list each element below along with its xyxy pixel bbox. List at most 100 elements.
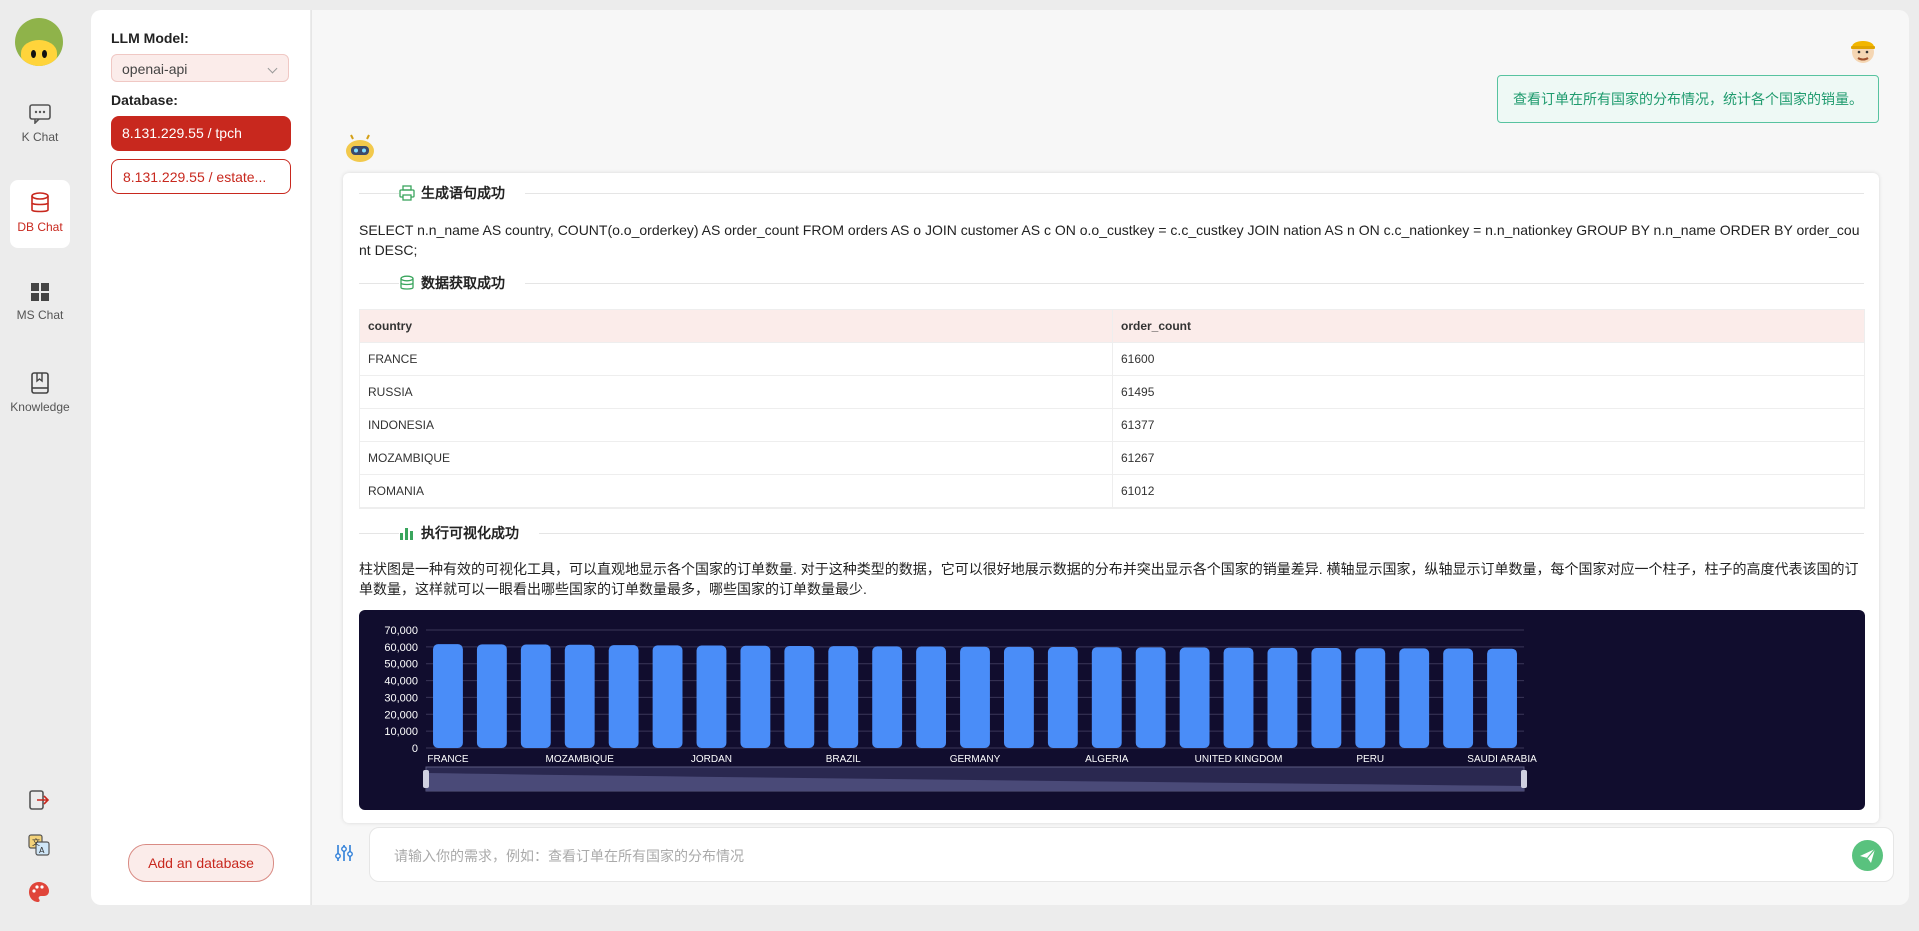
- cell-order-count: 61012: [1112, 475, 1864, 507]
- y-tick-label: 70,000: [384, 625, 418, 637]
- llm-model-value: openai-api: [122, 61, 188, 77]
- column-header-country: country: [368, 319, 413, 333]
- x-tick-label: JORDAN: [691, 754, 732, 765]
- cell-order-count: 61267: [1112, 442, 1864, 474]
- cell-order-count: 61495: [1112, 376, 1864, 408]
- y-tick-label: 20,000: [384, 709, 418, 721]
- x-tick-label: PERU: [1356, 754, 1384, 765]
- translate-icon[interactable]: 文A: [27, 833, 51, 857]
- x-tick-label: SAUDI ARABIA: [1467, 754, 1537, 765]
- table-row: MOZAMBIQUE 61267: [360, 442, 1864, 475]
- bar-chart-icon: [400, 528, 413, 540]
- chat-input-bar: [369, 827, 1894, 883]
- x-tick-label: UNITED KINGDOM: [1195, 754, 1283, 765]
- table-row: FRANCE 61600: [360, 343, 1864, 376]
- section-data-header: 数据获取成功: [359, 273, 1864, 293]
- bar[interactable]: [960, 646, 990, 748]
- chevron-down-icon: [267, 63, 278, 74]
- zoom-handle-right[interactable]: [1521, 770, 1527, 788]
- section-chart-title: 执行可视化成功: [399, 523, 539, 543]
- sql-statement: SELECT n.n_name AS country, COUNT(o.o_or…: [359, 222, 1860, 258]
- bar[interactable]: [608, 645, 639, 748]
- printer-icon: [399, 185, 415, 201]
- table-row: RUSSIA 61495: [360, 376, 1864, 409]
- add-database-button[interactable]: Add an database: [128, 844, 274, 882]
- section-chart-header: 执行可视化成功: [359, 523, 1864, 543]
- cell-country: RUSSIA: [368, 385, 413, 399]
- y-tick-label: 40,000: [384, 676, 418, 688]
- bar[interactable]: [564, 644, 595, 748]
- nav-k-chat-label: K Chat: [21, 130, 59, 144]
- chart-description: 柱状图是一种有效的可视化工具，可以直观地显示各个国家的订单数量. 对于这种类型的…: [359, 561, 1859, 597]
- x-tick-label: FRANCE: [427, 754, 468, 765]
- chat-area: 查看订单在所有国家的分布情况，统计各个国家的销量。 生成语句成功 SELECT …: [311, 10, 1909, 905]
- bar[interactable]: [1179, 647, 1210, 748]
- bar[interactable]: [1311, 648, 1342, 748]
- zoom-handle-left[interactable]: [423, 770, 429, 788]
- section-data-title: 数据获取成功: [399, 273, 525, 293]
- cell-country: MOZAMBIQUE: [368, 451, 451, 465]
- bar[interactable]: [740, 645, 771, 748]
- table-row: ROMANIA 61012: [360, 475, 1864, 508]
- bar[interactable]: [1047, 647, 1078, 748]
- nav-knowledge[interactable]: Knowledge: [10, 360, 70, 428]
- bar[interactable]: [1091, 647, 1122, 748]
- y-tick-label: 30,000: [384, 692, 418, 704]
- grid-apps-icon: [31, 283, 49, 301]
- bar[interactable]: [1223, 647, 1254, 748]
- table-header-row: country order_count: [360, 310, 1864, 343]
- svg-text:A: A: [39, 846, 45, 855]
- x-tick-label: ALGERIA: [1085, 754, 1129, 765]
- y-tick-label: 60,000: [384, 642, 418, 654]
- database-icon: [31, 192, 49, 213]
- bar[interactable]: [520, 644, 551, 748]
- column-header-order-count: order_count: [1112, 310, 1864, 342]
- settings-sliders-icon[interactable]: [334, 843, 354, 863]
- bar[interactable]: [828, 646, 859, 748]
- result-table: country order_count FRANCE 61600 RUSSIA …: [359, 309, 1865, 509]
- nav-ms-chat-label: MS Chat: [16, 308, 64, 322]
- llm-model-select[interactable]: openai-api: [111, 54, 289, 82]
- bar[interactable]: [433, 644, 463, 748]
- bar[interactable]: [916, 646, 947, 748]
- logout-icon[interactable]: [27, 788, 51, 812]
- send-icon: [1860, 848, 1876, 863]
- bar-chart-svg: 70,000 60,000 50,000 40,000 30,000 20,000 10,0…: [384, 625, 1537, 792]
- user-avatar[interactable]: [15, 18, 63, 66]
- bar[interactable]: [476, 644, 507, 748]
- y-tick-label: 0: [412, 743, 418, 755]
- cell-order-count: 61377: [1112, 409, 1864, 441]
- chat-input[interactable]: [392, 828, 1796, 883]
- send-button[interactable]: [1852, 840, 1883, 871]
- bar[interactable]: [1399, 648, 1430, 748]
- nav-db-chat[interactable]: DB Chat: [10, 180, 70, 248]
- section-sql-title: 生成语句成功: [399, 183, 525, 203]
- bar[interactable]: [1355, 648, 1386, 748]
- left-rail: K Chat DB Chat MS Chat Knowledge 文A: [0, 0, 80, 931]
- robot-avatar: [346, 134, 374, 162]
- bar[interactable]: [872, 646, 903, 748]
- bar[interactable]: [1487, 648, 1517, 748]
- nav-ms-chat[interactable]: MS Chat: [10, 270, 70, 338]
- bar[interactable]: [1267, 647, 1298, 748]
- user-message: 查看订单在所有国家的分布情况，统计各个国家的销量。: [1497, 75, 1879, 123]
- book-icon: [31, 372, 49, 394]
- database-item-estate[interactable]: 8.131.229.55 / estate...: [111, 159, 291, 194]
- bar[interactable]: [1003, 646, 1034, 748]
- bar[interactable]: [1443, 648, 1474, 748]
- section-sql-header: 生成语句成功: [359, 183, 1864, 203]
- bar[interactable]: [696, 645, 727, 748]
- nav-knowledge-label: Knowledge: [10, 400, 70, 414]
- table-row: [360, 508, 1864, 509]
- cell-order-count: 61600: [1112, 343, 1864, 375]
- chat-bubble-icon: [29, 104, 51, 124]
- bar-chart: 70,000 60,000 50,000 40,000 30,000 20,000 10,0…: [359, 610, 1865, 810]
- y-tick-label: 50,000: [384, 659, 418, 671]
- database-item-tpch[interactable]: 8.131.229.55 / tpch: [111, 116, 291, 151]
- bar[interactable]: [652, 645, 683, 748]
- bar[interactable]: [784, 646, 815, 748]
- nav-k-chat[interactable]: K Chat: [10, 92, 70, 160]
- bar[interactable]: [1135, 647, 1166, 748]
- palette-icon[interactable]: [27, 880, 51, 904]
- user-message-avatar: [1851, 41, 1875, 63]
